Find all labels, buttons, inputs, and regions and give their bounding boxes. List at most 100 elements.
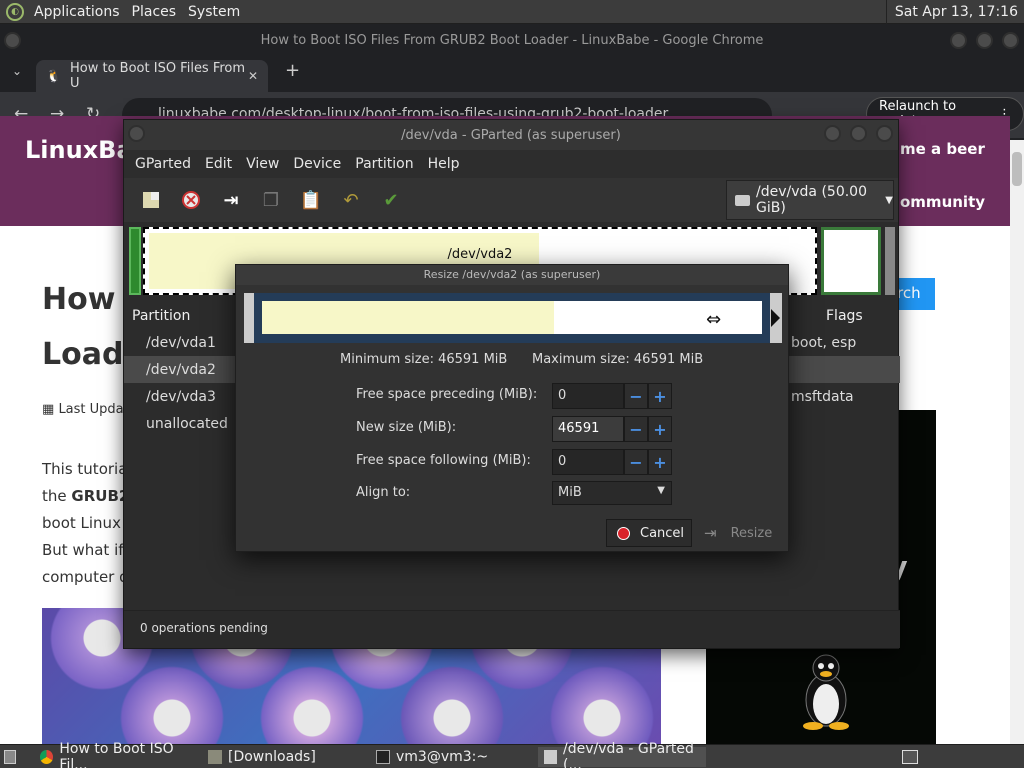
copy-icon[interactable]: ❐ (256, 185, 286, 215)
free-preceding-input[interactable]: 0 (552, 383, 624, 409)
plus-icon[interactable]: + (648, 416, 672, 442)
plus-icon[interactable]: + (648, 449, 672, 475)
cancel-label: Cancel (640, 525, 685, 541)
map-partition-vda1[interactable] (129, 227, 141, 295)
calendar-icon: ▦ (42, 402, 55, 417)
resize-cursor-icon: ⇔ (706, 309, 722, 330)
map-unallocated[interactable] (885, 227, 895, 295)
gparted-window-title: /dev/vda - GParted (as superuser) (401, 127, 621, 143)
map-partition-vda3[interactable] (821, 227, 881, 295)
chrome-titlebar[interactable]: How to Boot ISO Files From GRUB2 Boot Lo… (0, 24, 1024, 56)
task-downloads[interactable]: [Downloads] (202, 747, 362, 767)
minimize-icon[interactable] (950, 32, 967, 49)
terminal-icon (376, 750, 390, 764)
column-header-flags[interactable]: Flags (826, 303, 863, 329)
apply-icon[interactable]: ✔ (376, 185, 406, 215)
resize-dialog-title[interactable]: Resize /dev/vda2 (as superuser) (236, 265, 788, 285)
tab-title: How to Boot ISO Files From U (70, 61, 246, 91)
task-chrome[interactable]: How to Boot ISO Fil... (34, 741, 200, 768)
chrome-window-title: How to Boot ISO Files From GRUB2 Boot Lo… (260, 32, 764, 48)
nav-community[interactable]: ommunity (900, 193, 985, 211)
maximize-icon[interactable] (976, 32, 993, 49)
places-menu[interactable]: Places (126, 0, 183, 24)
new-partition-icon[interactable] (136, 185, 166, 215)
system-top-panel: ◐ Applications Places System Sat Apr 13,… (0, 0, 1024, 24)
task-terminal[interactable]: vm3@vm3:~ (370, 747, 530, 767)
status-bar: 0 operations pending (124, 610, 900, 648)
close-window-icon[interactable] (1002, 32, 1019, 49)
resize-icon: ⇥ (704, 524, 717, 542)
scrollbar-thumb[interactable] (1012, 152, 1022, 186)
resize-move-icon[interactable]: ⇥ (216, 185, 246, 215)
device-selector[interactable]: /dev/vda (50.00 GiB) ▼ (726, 180, 894, 220)
article-para-5: computer d (42, 568, 129, 586)
applications-menu[interactable]: Applications (28, 0, 126, 24)
menu-gparted[interactable]: GParted (128, 156, 198, 172)
free-following-label: Free space following (MiB): (356, 453, 531, 468)
partition-name: /dev/vda1 (146, 334, 216, 351)
page-scrollbar[interactable] (1010, 140, 1024, 744)
system-menu[interactable]: System (182, 0, 246, 24)
site-logo[interactable]: LinuxBa (25, 136, 133, 164)
maximum-size: Maximum size: 46591 MiB (532, 352, 704, 367)
show-desktop-icon[interactable] (2, 747, 22, 767)
menu-device[interactable]: Device (286, 156, 348, 172)
minus-icon[interactable]: − (624, 383, 648, 409)
free-following-input[interactable]: 0 (552, 449, 624, 475)
menu-partition[interactable]: Partition (348, 156, 420, 172)
partition-name: /dev/vda3 (146, 388, 216, 405)
plus-icon[interactable]: + (648, 383, 672, 409)
para-2-prefix: the (42, 487, 67, 505)
right-resize-handle-icon[interactable] (771, 309, 780, 327)
tab-strip: ⌄ 🐧 How to Boot ISO Files From U ✕ + (0, 56, 1024, 92)
window-menu-icon[interactable] (4, 32, 21, 49)
delete-partition-icon[interactable] (176, 185, 206, 215)
last-updated-text: Last Updat (58, 402, 129, 417)
undo-icon[interactable]: ↶ (336, 185, 366, 215)
minimize-icon[interactable] (824, 125, 841, 142)
minus-icon[interactable]: − (624, 416, 648, 442)
align-label: Align to: (356, 485, 411, 500)
chevron-down-icon[interactable]: ⌄ (12, 64, 22, 78)
free-preceding-label: Free space preceding (MiB): (356, 387, 538, 402)
free-preceding-stepper[interactable]: 0 − + (552, 383, 672, 409)
tux-penguin-icon (803, 654, 849, 730)
task-label: How to Boot ISO Fil... (59, 741, 174, 768)
new-size-input[interactable]: 46591 (552, 416, 624, 442)
gparted-titlebar[interactable]: /dev/vda - GParted (as superuser) (124, 120, 898, 150)
resize-button[interactable]: ⇥ Resize (698, 519, 782, 547)
paste-icon[interactable]: 📋 (296, 185, 326, 215)
mate-logo-icon[interactable]: ◐ (6, 2, 24, 21)
menu-view[interactable]: View (239, 156, 286, 172)
resize-label: Resize (730, 525, 773, 541)
align-select[interactable]: MiB ▼ (552, 481, 672, 505)
browser-tab[interactable]: 🐧 How to Boot ISO Files From U ✕ (36, 60, 268, 92)
new-size-label: New size (MiB): (356, 420, 457, 435)
task-label: [Downloads] (228, 749, 316, 765)
article-para-4: But what if (42, 541, 124, 559)
workspace-switcher-icon[interactable] (896, 747, 924, 767)
maximize-icon[interactable] (850, 125, 867, 142)
device-label: /dev/vda (50.00 GiB) (756, 184, 867, 216)
para-2-bold: GRUB2 (71, 487, 130, 505)
close-tab-icon[interactable]: ✕ (248, 69, 258, 83)
task-gparted[interactable]: /dev/vda - GParted (... (538, 741, 706, 768)
menu-help[interactable]: Help (421, 156, 467, 172)
new-tab-icon[interactable]: + (285, 60, 300, 81)
new-size-stepper[interactable]: 46591 − + (552, 416, 672, 442)
left-resize-handle[interactable] (254, 293, 262, 343)
chrome-icon (40, 750, 54, 764)
align-value: MiB (558, 485, 582, 500)
column-header-partition[interactable]: Partition (132, 303, 190, 329)
clock[interactable]: Sat Apr 13, 17:16 (885, 0, 1018, 24)
cancel-button[interactable]: Cancel (606, 519, 692, 547)
close-window-icon[interactable] (876, 125, 893, 142)
window-menu-icon[interactable] (128, 125, 145, 142)
minus-icon[interactable]: − (624, 449, 648, 475)
free-following-stepper[interactable]: 0 − + (552, 449, 672, 475)
menu-edit[interactable]: Edit (198, 156, 239, 172)
nav-buy-beer[interactable]: me a beer (900, 140, 985, 158)
tux-favicon-icon: 🐧 (46, 69, 61, 83)
resize-partition-graphic[interactable]: ⇔ (244, 293, 782, 343)
task-label: vm3@vm3:~ (396, 749, 489, 765)
